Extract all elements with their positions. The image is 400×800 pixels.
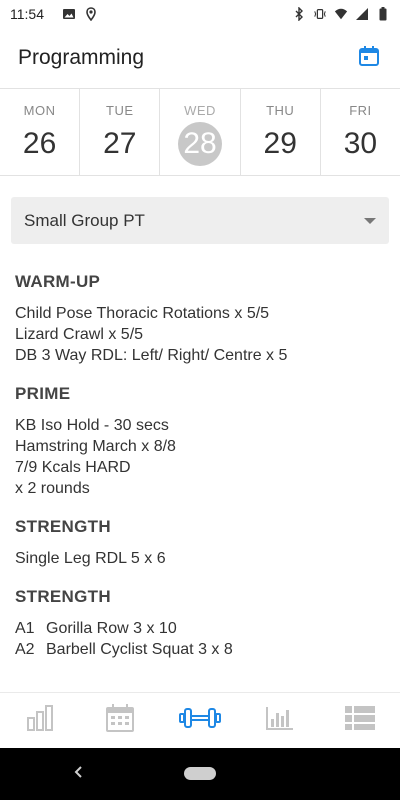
- section-title: PRIME: [15, 384, 71, 403]
- class-dropdown[interactable]: Small Group PT: [11, 197, 389, 244]
- day-number: 29: [263, 127, 297, 160]
- exercise-line: Lizard Crawl x 5/5: [15, 326, 144, 343]
- exercise-line: x 2 rounds: [15, 480, 90, 497]
- day-fri[interactable]: FRI 30: [321, 89, 400, 175]
- section-strength-1: STRENGTH Single Leg RDL 5 x 6: [15, 517, 385, 569]
- nav-stats[interactable]: [240, 693, 320, 748]
- day-number: 30: [343, 127, 378, 160]
- day-number-selected: 28: [178, 122, 222, 166]
- status-left: 11:54: [10, 6, 98, 22]
- day-thu[interactable]: THU 29: [241, 89, 321, 175]
- day-mon[interactable]: MON 26: [0, 89, 81, 175]
- day-name: TUE: [106, 103, 134, 118]
- exercise-line: DB 3 Way RDL: Left/ Right/ Centre x 5: [15, 347, 288, 364]
- progress-icon: [25, 704, 55, 737]
- stats-icon: [265, 705, 295, 736]
- system-back-button[interactable]: [70, 764, 86, 784]
- day-number: 26: [22, 127, 57, 160]
- section-strength-2: STRENGTH A1 Gorilla Row 3 x 10 A2 Barbell …: [15, 587, 385, 660]
- nav-schedule[interactable]: [80, 693, 160, 748]
- section-prime: PRIME KB Iso Hold - 30 secs Hamstring Ma…: [15, 384, 385, 499]
- vibrate-icon: [313, 7, 327, 21]
- exercise-text: Barbell Cyclist Squat 3 x 8: [46, 641, 233, 658]
- section-title: WARM-UP: [15, 272, 101, 291]
- day-tue[interactable]: TUE 27: [80, 89, 161, 175]
- status-time: 11:54: [10, 6, 44, 22]
- section-title: STRENGTH: [15, 587, 111, 606]
- calendar-icon: [358, 45, 380, 72]
- status-right: [292, 7, 390, 21]
- class-dropdown-value: Small Group PT: [24, 210, 145, 230]
- exercise-code: A1: [15, 620, 35, 637]
- exercise-line: A2 Barbell Cyclist Squat 3 x 8: [15, 639, 385, 660]
- exercise-line: Hamstring March x 8/8: [15, 438, 176, 455]
- location-icon: [84, 7, 98, 21]
- status-bar: 11:54: [0, 0, 400, 28]
- exercise-text: Gorilla Row 3 x 10: [46, 620, 177, 637]
- section-title: STRENGTH: [15, 517, 111, 536]
- wifi-icon: [334, 7, 348, 21]
- back-arrow-icon: [73, 765, 83, 784]
- workout-content: WARM-UP Child Pose Thoracic Rotations x …: [15, 272, 385, 692]
- exercise-line: 7/9 Kcals HARD: [15, 459, 131, 476]
- signal-icon: [355, 7, 369, 21]
- page-title: Programming: [18, 46, 145, 69]
- calendar-button[interactable]: [356, 45, 382, 71]
- dropdown-arrow-icon: [364, 217, 376, 224]
- nav-list[interactable]: [320, 693, 400, 748]
- exercise-line: KB Iso Hold - 30 secs: [15, 417, 169, 434]
- day-number: 27: [103, 127, 137, 160]
- day-name: MON: [23, 103, 56, 118]
- schedule-icon: [105, 703, 135, 738]
- exercise-code: A2: [15, 641, 35, 658]
- bottom-nav: [0, 692, 400, 748]
- list-icon: [344, 705, 376, 736]
- day-name: FRI: [349, 103, 372, 118]
- battery-icon: [376, 7, 390, 21]
- nav-progress[interactable]: [0, 693, 80, 748]
- day-selector: MON 26 TUE 27 WED 28 THU 29 FRI 30: [0, 88, 400, 176]
- exercise-line: Single Leg RDL 5 x 6: [15, 550, 166, 567]
- app-header: Programming: [0, 28, 400, 88]
- day-wed[interactable]: WED 28: [160, 89, 241, 175]
- exercise-line: A1 Gorilla Row 3 x 10: [15, 618, 385, 639]
- exercise-line: Child Pose Thoracic Rotations x 5/5: [15, 305, 270, 322]
- system-home-button[interactable]: [184, 767, 216, 780]
- nav-workout[interactable]: [160, 693, 240, 748]
- image-icon: [62, 7, 76, 21]
- day-name: THU: [266, 103, 295, 118]
- workout-icon: [179, 706, 221, 735]
- section-warmup: WARM-UP Child Pose Thoracic Rotations x …: [15, 272, 385, 366]
- day-name: WED: [184, 103, 216, 118]
- bluetooth-icon: [292, 7, 306, 21]
- system-nav-bar: [0, 748, 400, 800]
